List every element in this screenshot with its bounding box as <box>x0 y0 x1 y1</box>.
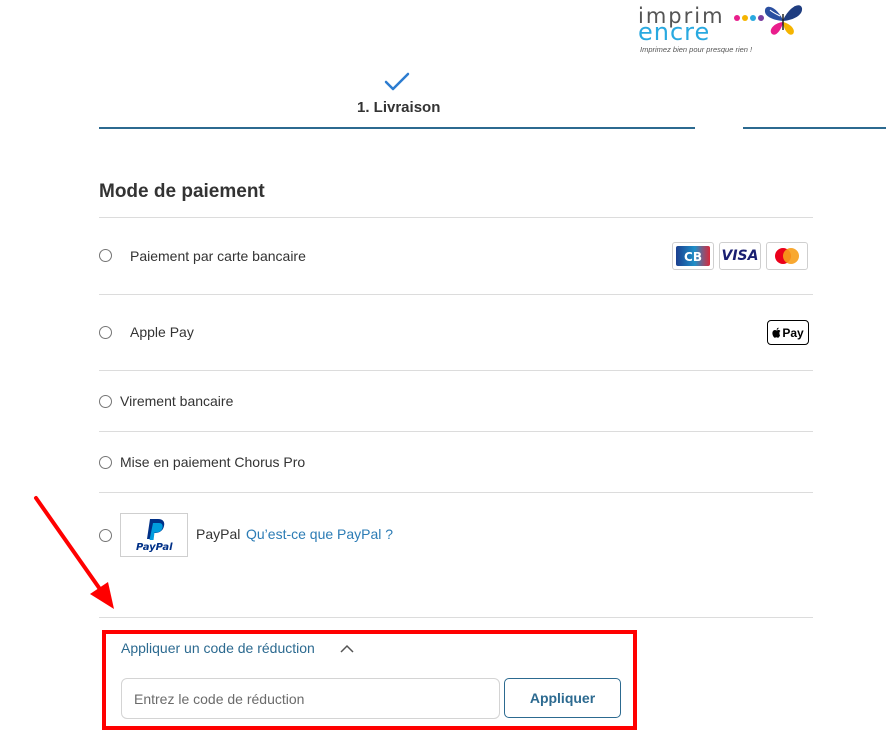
what-is-paypal-link[interactable]: Qu’est-ce que PayPal ? <box>246 526 393 542</box>
radio-card[interactable] <box>99 249 112 262</box>
divider <box>99 294 813 295</box>
option-label[interactable]: Mise en paiement Chorus Pro <box>120 454 305 470</box>
paypal-logo: PayPal <box>120 513 188 557</box>
logo-tagline: Imprimez bien pour presque rien ! <box>640 45 753 54</box>
logo-text-encre: encre <box>638 18 711 46</box>
paypal-icon <box>147 519 165 540</box>
divider <box>99 217 813 218</box>
checkmark-icon <box>384 72 410 91</box>
svg-text:CB: CB <box>684 250 702 264</box>
apple-icon <box>772 327 781 338</box>
payment-method-title: Mode de paiement <box>99 181 265 202</box>
logo-dots <box>734 15 764 21</box>
apple-pay-badge: Pay <box>767 320 809 345</box>
visa-card-icon: VISA <box>719 242 761 270</box>
butterfly-icon <box>764 5 803 35</box>
option-label[interactable]: Paiement par carte bancaire <box>130 248 306 264</box>
radio-applepay[interactable] <box>99 326 112 339</box>
paypal-logo-text: PayPal <box>136 542 173 553</box>
option-label[interactable]: Apple Pay <box>130 324 194 340</box>
cb-card-icon: CB <box>672 242 714 270</box>
highlight-box <box>102 630 637 730</box>
divider <box>99 617 813 618</box>
option-label[interactable]: Virement bancaire <box>120 393 233 409</box>
radio-virement[interactable] <box>99 395 112 408</box>
radio-chorus[interactable] <box>99 456 112 469</box>
divider <box>99 431 813 432</box>
divider <box>99 370 813 371</box>
divider <box>99 492 813 493</box>
red-arrow-icon <box>34 496 114 609</box>
step-progress-line-1 <box>99 127 695 129</box>
step-livraison-label[interactable]: 1. Livraison <box>357 99 440 116</box>
brand-logo[interactable]: imprim encre Imprimez bien pour presque … <box>638 2 808 58</box>
step-progress-line-2 <box>743 127 886 129</box>
option-label[interactable]: PayPal <box>196 526 240 542</box>
apple-pay-text: Pay <box>782 325 804 340</box>
mastercard-icon <box>766 242 808 270</box>
